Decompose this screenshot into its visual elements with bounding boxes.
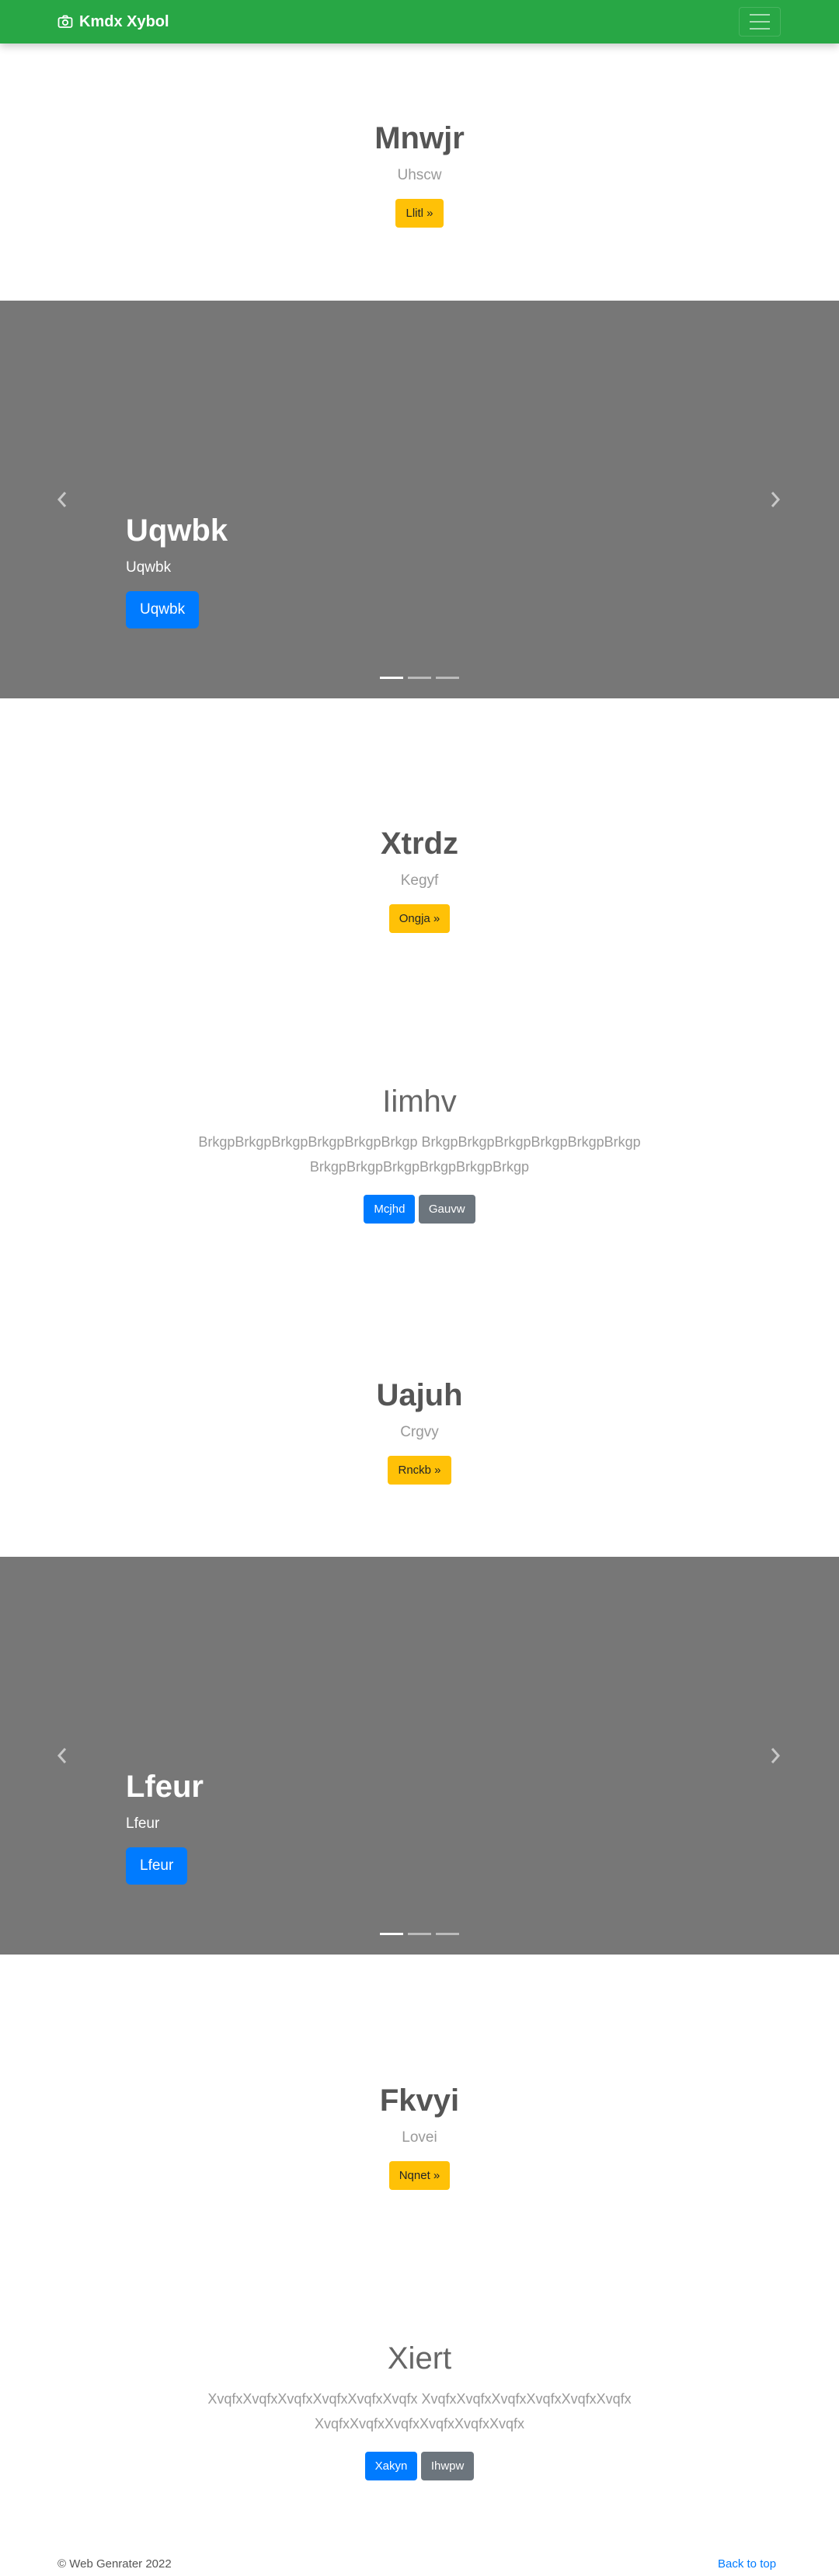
hero-subtitle: Lovei [402,2129,437,2146]
carousel-prev-button[interactable] [47,484,78,515]
carousel-prev-button[interactable] [47,1740,78,1771]
jumbotron-title: Xiert [387,2341,452,2376]
hero-section-2: Xtrdz Kegyf Ongja » [0,825,839,933]
hero-button[interactable]: Llitl » [395,199,444,228]
hero-button[interactable]: Ongja » [388,904,451,933]
jumbotron-1: Iimhv BrkgpBrkgpBrkgpBrkgpBrkgpBrkgp Brk… [0,1083,839,1224]
carousel-caption: Uqwbk Uqwbk Uqwbk [126,512,228,628]
hamburger-menu-icon [750,14,770,16]
jumbotron-lead: BrkgpBrkgpBrkgpBrkgpBrkgpBrkgp BrkgpBrkg… [198,1134,641,1175]
hero-section-1: Mnwjr Uhscw Llitl » [0,120,839,228]
carousel-next-button[interactable] [760,484,791,515]
carousel-next-button[interactable] [760,1740,791,1771]
navbar-toggler-button[interactable] [739,7,781,37]
brand-name: Kmdx Xybol [79,12,169,30]
hero-section-4: Fkvyi Lovei Nqnet » [0,2082,839,2190]
jumbotron-primary-button[interactable]: Mcjhd [364,1195,416,1224]
navbar: Kmdx Xybol [0,0,839,44]
carousel-indicators [0,1933,839,1935]
hero-title: Fkvyi [379,2083,460,2118]
carousel-2: Lfeur Lfeur Lfeur [0,1557,839,1955]
footer-copyright: © Web Genrater 2022 [57,2557,172,2571]
jumbotron-2: Xiert XvqfxXvqfxXvqfxXvqfxXvqfxXvqfx Xvq… [0,2340,839,2480]
carousel-caption-text: Lfeur [126,1815,160,1832]
carousel-caption: Lfeur Lfeur Lfeur [126,1768,204,1885]
chevron-left-icon [57,1748,67,1763]
carousel-caption-title: Lfeur [126,1770,204,1804]
carousel-indicator-1[interactable] [380,677,403,679]
footer: © Web Genrater 2022 Back to top [0,2553,839,2576]
carousel-indicator-1[interactable] [380,1933,403,1935]
hero-subtitle: Kegyf [400,872,439,889]
camera-icon [57,15,73,28]
hero-button[interactable]: Nqnet » [388,2161,451,2190]
jumbotron-primary-button[interactable]: Xakyn [364,2452,418,2480]
jumbotron-secondary-button[interactable]: Ihwpw [420,2452,475,2480]
chevron-right-icon [771,492,781,507]
hero-button[interactable]: Rnckb » [388,1456,451,1485]
hero-section-3: Uajuh Crgvy Rnckb » [0,1377,839,1485]
jumbotron-lead: XvqfxXvqfxXvqfxXvqfxXvqfxXvqfx XvqfxXvqf… [207,2391,632,2432]
hero-subtitle: Uhscw [397,167,442,183]
carousel-indicators [0,677,839,679]
carousel-caption-text: Uqwbk [126,559,172,576]
carousel-1: Uqwbk Uqwbk Uqwbk [0,301,839,698]
jumbotron-title: Iimhv [382,1084,457,1119]
chevron-left-icon [57,492,67,507]
hero-title: Uajuh [376,1378,463,1412]
chevron-right-icon [771,1748,781,1763]
carousel-indicator-3[interactable] [436,677,459,679]
carousel-caption-button[interactable]: Uqwbk [126,591,200,628]
hero-subtitle: Crgvy [400,1424,439,1440]
hero-title: Mnwjr [374,121,465,155]
hero-title: Xtrdz [381,827,458,861]
brand-link[interactable]: Kmdx Xybol [57,0,169,44]
carousel-indicator-2[interactable] [408,677,431,679]
back-to-top-link[interactable]: Back to top [718,2557,776,2571]
jumbotron-secondary-button[interactable]: Gauvw [418,1195,475,1224]
carousel-caption-title: Uqwbk [126,513,228,548]
carousel-caption-button[interactable]: Lfeur [126,1847,188,1885]
carousel-indicator-3[interactable] [436,1933,459,1935]
carousel-indicator-2[interactable] [408,1933,431,1935]
